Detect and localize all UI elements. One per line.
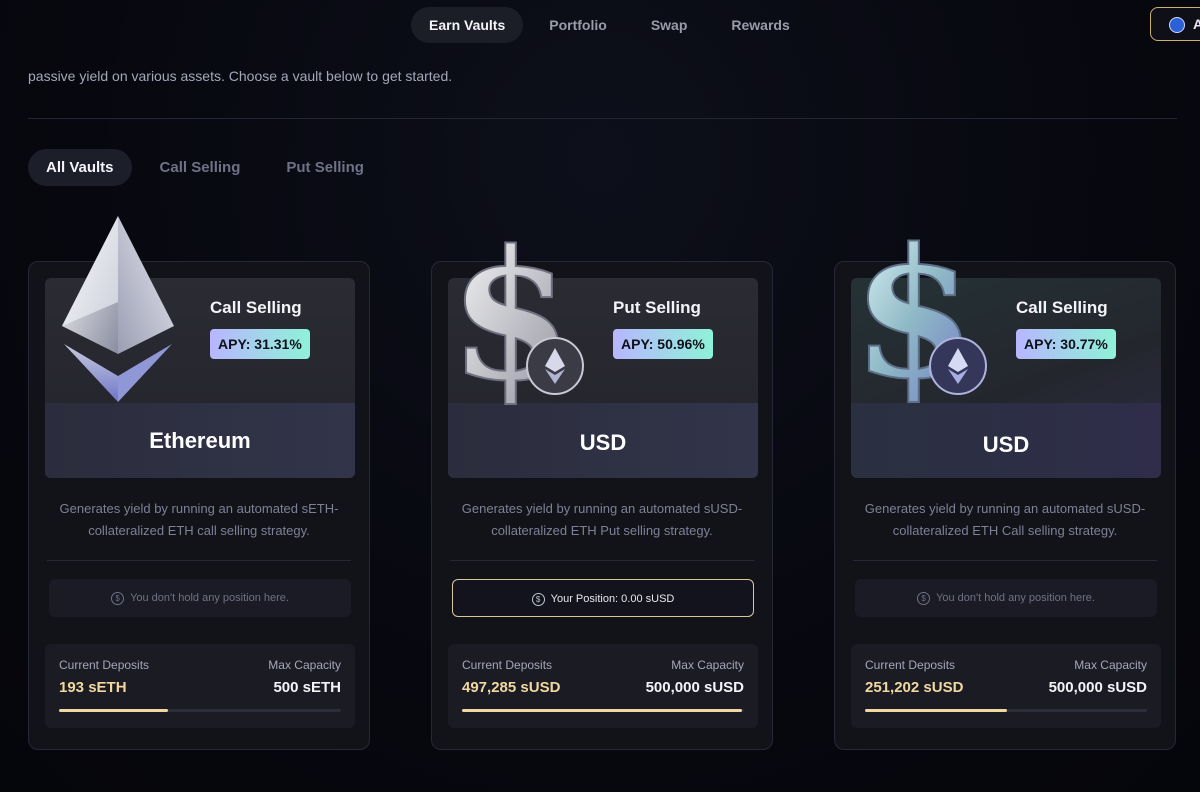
vault-type: Call Selling	[1016, 298, 1108, 317]
vault-description: Generates yield by running an automated …	[864, 501, 1146, 538]
apy-badge: APY: 31.31%	[210, 329, 310, 359]
capacity-value: 500,000 sUSD	[645, 679, 744, 696]
deposit-stats: Current Deposits Max Capacity 497,285 sU…	[448, 644, 758, 728]
position-status: $ You don't hold any position here.	[49, 579, 351, 617]
wallet-label: A	[1193, 16, 1200, 32]
deposits-label: Current Deposits	[865, 658, 956, 672]
apy-badge: APY: 50.96%	[613, 329, 713, 359]
position-text: Your Position: 0.00 sUSD	[550, 593, 675, 605]
capacity-progress-fill	[462, 709, 743, 712]
capacity-label: Max Capacity	[1074, 658, 1147, 672]
deposit-stats: Current Deposits Max Capacity 251,202 sU…	[851, 644, 1161, 728]
deposit-stats: Current Deposits Max Capacity 193 sETH 5…	[45, 644, 355, 728]
capacity-label: Max Capacity	[268, 658, 341, 672]
deposits-value: 497,285 sUSD	[462, 679, 561, 696]
top-nav: Earn Vaults Portfolio Swap Rewards	[411, 7, 816, 43]
vault-asset: USD	[982, 432, 1030, 457]
dollar-3d-icon: $	[858, 216, 987, 408]
vault-filter-tabs: All Vaults Call Selling Put Selling	[28, 149, 392, 186]
position-text: You don't hold any position here.	[936, 592, 1095, 604]
wallet-button[interactable]: A	[1150, 7, 1200, 41]
deposits-label: Current Deposits	[59, 658, 150, 672]
capacity-label: Max Capacity	[671, 658, 744, 672]
tab-call-selling[interactable]: Call Selling	[142, 149, 259, 186]
capacity-value: 500 sETH	[273, 679, 341, 696]
nav-portfolio[interactable]: Portfolio	[531, 7, 625, 43]
tab-all-vaults[interactable]: All Vaults	[28, 149, 132, 186]
deposits-label: Current Deposits	[462, 658, 553, 672]
deposits-value: 251,202 sUSD	[865, 679, 964, 696]
deposits-value: 193 sETH	[59, 679, 127, 696]
divider	[47, 560, 351, 561]
position-text: You don't hold any position here.	[130, 592, 289, 604]
capacity-progress	[462, 709, 744, 712]
dollar-3d-icon: $	[455, 218, 584, 408]
divider	[28, 118, 1177, 119]
vault-description: Generates yield by running an automated …	[461, 501, 743, 538]
divider	[450, 560, 754, 561]
info-icon: $	[917, 591, 931, 605]
vault-asset: Ethereum	[149, 428, 251, 453]
nav-swap[interactable]: Swap	[633, 7, 706, 43]
vault-asset: USD	[579, 430, 627, 455]
tab-put-selling[interactable]: Put Selling	[268, 149, 382, 186]
apy-badge: APY: 30.77%	[1016, 329, 1116, 359]
ethereum-3d-icon	[62, 216, 174, 402]
info-icon: $	[111, 591, 125, 605]
nav-earn-vaults[interactable]: Earn Vaults	[411, 7, 524, 43]
capacity-progress	[865, 709, 1147, 712]
capacity-progress-fill	[865, 709, 1007, 712]
capacity-value: 500,000 sUSD	[1048, 679, 1147, 696]
divider	[853, 560, 1157, 561]
capacity-progress-fill	[59, 709, 168, 712]
wallet-network-icon	[1169, 17, 1185, 33]
position-status: $ You don't hold any position here.	[855, 579, 1157, 617]
vault-type: Call Selling	[210, 298, 302, 317]
intro-text: passive yield on various assets. Choose …	[28, 68, 453, 84]
vault-description: Generates yield by running an automated …	[59, 501, 339, 538]
nav-rewards[interactable]: Rewards	[713, 7, 807, 43]
info-icon: $	[531, 592, 545, 606]
capacity-progress	[59, 709, 341, 712]
position-status: $ Your Position: 0.00 sUSD	[452, 579, 754, 617]
vault-type: Put Selling	[613, 298, 701, 317]
